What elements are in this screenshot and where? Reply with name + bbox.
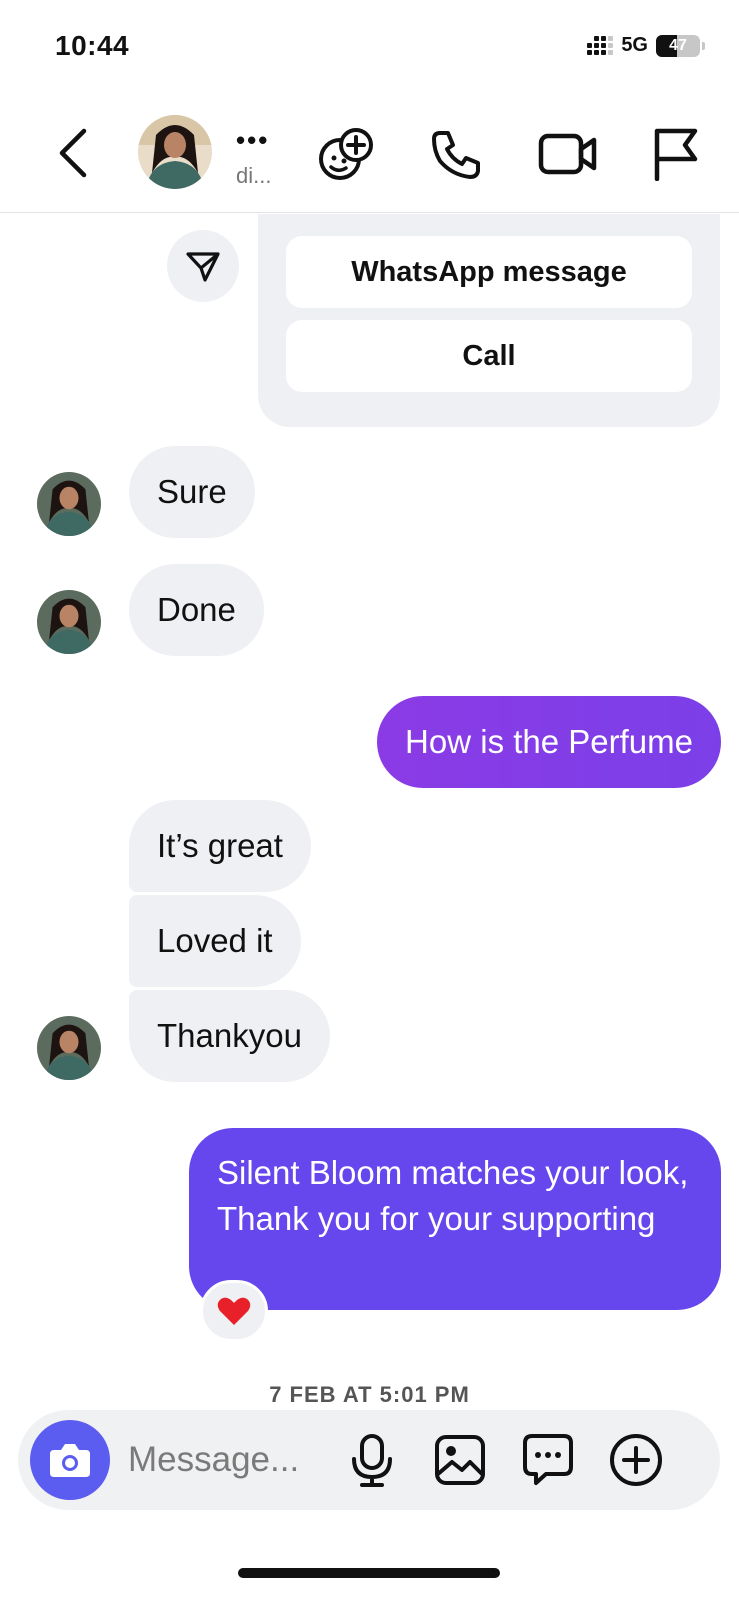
send-icon [186, 252, 220, 282]
battery-level: 47 [669, 36, 687, 54]
status-bar: 10:44 5G 47 [0, 0, 739, 95]
avatar[interactable] [37, 590, 101, 654]
call-button[interactable]: Call [286, 320, 692, 392]
flag-icon [654, 128, 698, 181]
message-bubble-incoming[interactable]: Sure [129, 446, 255, 538]
message-bubble-icon [523, 1434, 573, 1485]
message-timestamp: 7 FEB AT 5:01 PM [269, 1382, 470, 1407]
chevron-left-icon [59, 128, 87, 178]
message-bubble-outgoing[interactable]: How is the Perfume [377, 696, 721, 788]
message-bubble-incoming[interactable]: Thankyou [129, 990, 330, 1082]
avatar[interactable] [37, 1016, 101, 1080]
phone-icon [432, 131, 480, 179]
contact-avatar[interactable] [138, 115, 212, 189]
report-button[interactable] [648, 125, 702, 183]
camera-icon [50, 1444, 90, 1477]
message-composer [18, 1410, 720, 1510]
message-bubble-incoming[interactable]: Done [129, 564, 264, 656]
reaction-badge[interactable] [200, 1280, 268, 1342]
whatsapp-message-button[interactable]: WhatsApp message [286, 236, 692, 308]
share-button[interactable] [167, 230, 239, 302]
camera-button[interactable] [30, 1420, 110, 1500]
contact-card: WhatsApp message Call [258, 214, 720, 427]
chat-header: ••• di... [0, 95, 739, 213]
image-icon [435, 1435, 485, 1485]
contact-subtitle: di... [236, 163, 272, 188]
contact-name[interactable]: ••• [236, 125, 269, 156]
gallery-button[interactable] [432, 1432, 488, 1488]
message-bubble-incoming[interactable]: Loved it [129, 895, 301, 987]
effects-button[interactable] [318, 125, 376, 183]
voice-message-button[interactable] [344, 1432, 400, 1488]
message-thread[interactable]: WhatsApp message Call Sure Done How is t… [0, 214, 739, 1409]
back-button[interactable] [48, 123, 98, 183]
message-bubble-incoming[interactable]: It’s great [129, 800, 311, 892]
status-time: 10:44 [55, 30, 130, 61]
home-indicator[interactable] [238, 1568, 500, 1578]
effects-icon [319, 128, 373, 180]
video-icon [538, 133, 597, 175]
microphone-icon [352, 1434, 392, 1487]
plus-circle-icon [610, 1434, 662, 1486]
message-bubble-outgoing[interactable]: Silent Bloom matches your look, Thank yo… [189, 1128, 721, 1310]
voice-call-button[interactable] [428, 125, 486, 183]
battery-icon: 47 [656, 34, 700, 57]
heart-icon [217, 1297, 251, 1325]
more-options-button[interactable] [608, 1432, 664, 1488]
sticker-button[interactable] [520, 1432, 576, 1488]
status-indicators: 5G 47 [587, 34, 705, 57]
network-label: 5G [621, 34, 648, 56]
avatar[interactable] [37, 472, 101, 536]
video-call-button[interactable] [536, 125, 600, 183]
signal-icon [587, 36, 614, 55]
message-input[interactable] [128, 1432, 338, 1488]
